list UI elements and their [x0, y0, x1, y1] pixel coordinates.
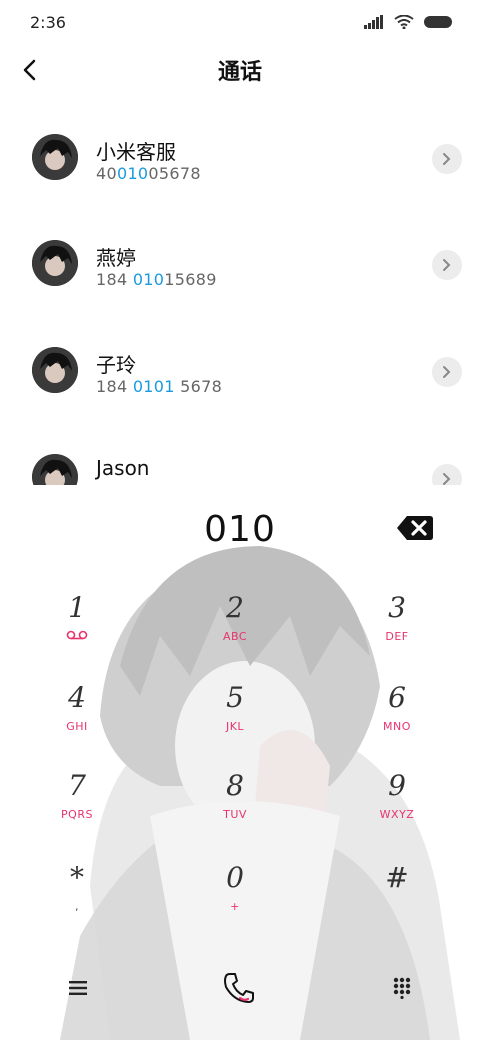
key-6[interactable]: 6 MNO — [342, 680, 452, 760]
avatar — [32, 240, 78, 286]
contact-item[interactable]: 小米客服 4001005678 — [0, 100, 480, 200]
back-arrow-icon — [23, 59, 36, 81]
signal-icon — [364, 15, 383, 29]
wifi-icon — [394, 15, 414, 29]
details-button[interactable] — [432, 144, 462, 174]
dialer-wallpaper — [0, 486, 480, 1040]
key-8[interactable]: 8 TUV — [180, 768, 290, 848]
contact-item[interactable]: 燕婷 184 01015689 — [0, 206, 480, 306]
avatar — [32, 347, 78, 393]
header: 通话 — [0, 44, 480, 96]
contact-name: Jason — [96, 456, 150, 480]
chevron-right-icon — [443, 259, 451, 271]
status-icons — [364, 15, 452, 29]
battery-icon — [424, 16, 452, 28]
voicemail-icon — [66, 630, 88, 640]
key-4[interactable]: 4 GHI — [22, 680, 132, 760]
contact-name: 小米客服 — [96, 140, 176, 164]
key-5[interactable]: 5 JKL — [180, 680, 290, 760]
page-title: 通话 — [217, 60, 262, 85]
chevron-right-icon — [443, 153, 451, 165]
menu-icon — [69, 981, 87, 995]
chevron-right-icon — [443, 366, 451, 378]
avatar — [32, 454, 78, 485]
phone-icon — [224, 973, 254, 1003]
back-button[interactable] — [14, 54, 46, 86]
chevron-right-icon — [443, 473, 451, 485]
contact-number: 184 0101 5678 — [96, 377, 223, 396]
key-9[interactable]: 9 WXYZ — [342, 768, 452, 848]
key-1[interactable]: 1 — [22, 590, 132, 670]
details-button[interactable] — [432, 464, 462, 485]
contact-list: 小米客服 4001005678 燕婷 184 01015689 子玲 184 0… — [0, 100, 480, 485]
details-button[interactable] — [432, 357, 462, 387]
key-7[interactable]: 7 PQRS — [22, 768, 132, 848]
contact-name: 子玲 — [96, 353, 136, 377]
backspace-icon — [397, 516, 433, 540]
backspace-button[interactable] — [396, 514, 434, 542]
avatar — [32, 134, 78, 180]
status-bar: 2:36 — [0, 0, 480, 44]
menu-button[interactable] — [58, 968, 98, 1008]
dialpad-toggle-button[interactable] — [382, 968, 422, 1008]
contact-number: 184 01015689 — [96, 270, 217, 289]
key-2[interactable]: 2 ABC — [180, 590, 290, 670]
dialpad-icon — [393, 977, 411, 999]
contact-number: 4001005678 — [96, 164, 201, 183]
key-0[interactable]: 0 + — [180, 860, 290, 940]
key-hash[interactable]: # — [342, 860, 452, 940]
contact-item[interactable]: 子玲 184 0101 5678 — [0, 313, 480, 413]
key-star[interactable]: * , — [22, 860, 132, 940]
details-button[interactable] — [432, 250, 462, 280]
contact-name: 燕婷 — [96, 246, 136, 270]
call-button[interactable] — [219, 968, 259, 1008]
key-3[interactable]: 3 DEF — [342, 590, 452, 670]
status-time: 2:36 — [30, 12, 66, 32]
contact-item[interactable]: Jason — [0, 420, 480, 485]
bottom-bar — [0, 960, 480, 1016]
